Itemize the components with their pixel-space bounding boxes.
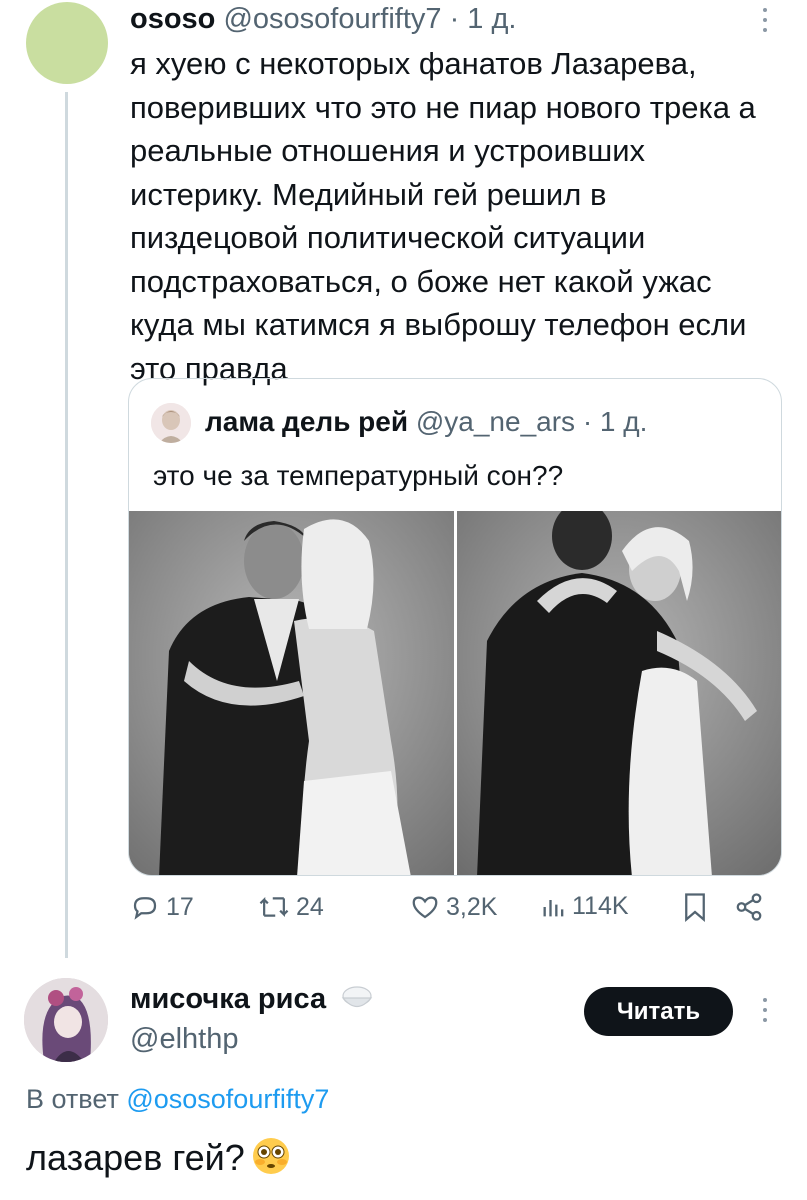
retweet-button[interactable]: 24 [258,892,324,922]
reply-author-name[interactable]: мисочка риса [130,982,326,1016]
retweet-count: 24 [296,892,324,921]
reply-prefix: В ответ [26,1084,119,1114]
share-button[interactable] [734,892,764,922]
like-count: 3,2K [446,892,498,921]
reply-count: 17 [166,892,194,921]
share-icon [736,893,762,921]
reply-context: В ответ @ososofourfifty7 [26,1082,329,1116]
reply-to-link[interactable]: @ososofourfifty7 [126,1084,329,1114]
photo-couple-front-view[interactable] [457,511,781,875]
avatar[interactable] [26,2,108,84]
reply-author-handle[interactable]: @elhthp [130,1022,238,1056]
views-count: 114K [572,892,629,920]
reply-icon [133,897,157,920]
flushed-face-emoji [251,1136,291,1176]
bookmark-icon [685,893,705,922]
quote-author-name: лама дель рей [205,406,409,437]
rice-bowl-icon [340,985,374,1013]
quote-text: это че за температурный сон?? [153,460,564,491]
tweet-header: ososo @ososofourfifty7 · 1 д. [130,2,516,36]
reply-button[interactable]: 17 [130,892,194,922]
tweet-text: я хуею с некоторых фанатов Лазарева, пов… [130,46,756,386]
quote-header: лама дель рей @ya_ne_ars · 1 д. [205,405,647,439]
like-icon [412,896,438,919]
like-button[interactable]: 3,2K [410,892,497,922]
views-button[interactable]: 114K [542,892,629,921]
views-icon [543,899,564,916]
more-vertical-icon[interactable] [758,6,772,34]
photo-couple-back-view[interactable] [129,511,454,875]
quote-avatar [151,403,191,443]
more-vertical-icon[interactable] [758,996,772,1024]
quote-tweet[interactable]: лама дель рей @ya_ne_ars · 1 д. это че з… [128,378,782,876]
author-name[interactable]: ososo [130,3,215,35]
quote-time: · 1 д. [582,406,648,437]
tweet-actions: 17 24 3,2K 114K [130,892,780,940]
follow-button[interactable]: Читать [584,987,733,1036]
tweet-time[interactable]: · 1 д. [450,3,517,35]
reply-text: лазарев гей? [26,1137,245,1178]
bookmark-button[interactable] [682,892,708,922]
avatar[interactable] [24,978,108,1062]
quote-author-handle: @ya_ne_ars [415,406,576,437]
thread-line [65,92,68,958]
retweet-icon [259,896,289,918]
reply-text-row: лазарев гей? [26,1136,291,1180]
author-handle[interactable]: @ososofourfifty7 [223,3,441,35]
